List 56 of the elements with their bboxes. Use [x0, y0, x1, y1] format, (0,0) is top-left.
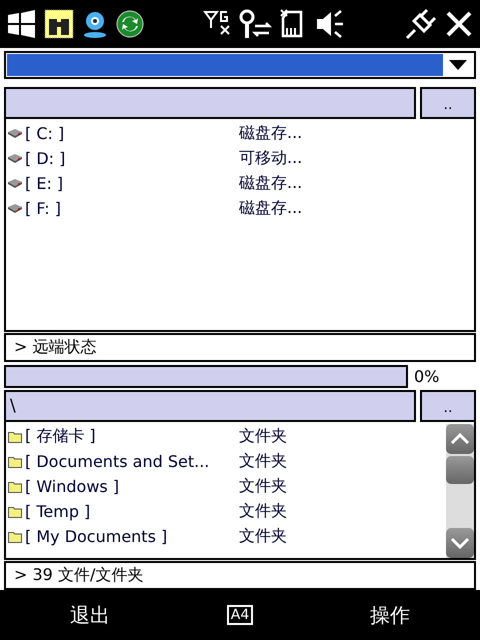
- scroll-thumb[interactable]: [446, 456, 474, 484]
- antenna-arrows-icon[interactable]: [239, 8, 273, 40]
- list-row[interactable]: [ D: ] 可移动...: [6, 146, 474, 171]
- list-row[interactable]: [ F: ] 磁盘存...: [6, 196, 474, 221]
- item-type: 磁盘存...: [239, 173, 302, 194]
- sync-icon[interactable]: [116, 10, 144, 38]
- item-type: 文件夹: [239, 451, 287, 472]
- list-row[interactable]: [ 存储卡 ] 文件夹: [6, 424, 446, 449]
- actions-softkey[interactable]: 操作: [300, 590, 480, 640]
- item-name: [ D: ]: [25, 149, 66, 168]
- scrollbar[interactable]: [446, 424, 474, 558]
- item-type: 文件夹: [239, 501, 287, 522]
- item-name: [ Windows ]: [25, 477, 120, 496]
- plug-icon[interactable]: [404, 7, 438, 41]
- folder-icon: [8, 530, 22, 542]
- start-menu-icon[interactable]: [6, 9, 38, 39]
- progress-reading: 0%: [414, 367, 440, 386]
- folder-icon: [8, 456, 22, 468]
- scroll-down-icon[interactable]: [450, 537, 470, 549]
- dropdown[interactable]: [4, 51, 476, 79]
- close-icon[interactable]: [444, 9, 474, 39]
- exit-softkey[interactable]: 退出: [0, 590, 180, 640]
- item-name: [ Temp ]: [25, 502, 92, 521]
- item-type: 磁盘存...: [239, 123, 302, 144]
- list-row[interactable]: [ Documents and Set... 文件夹: [6, 449, 446, 474]
- drive-icon: [8, 204, 22, 214]
- list-row[interactable]: [ C: ] 磁盘存...: [6, 121, 474, 146]
- scroll-up-icon[interactable]: [450, 433, 470, 445]
- item-type: 磁盘存...: [239, 198, 302, 219]
- item-type: 文件夹: [239, 526, 287, 547]
- item-name: [ 存储卡 ]: [25, 426, 97, 447]
- item-type: 文件夹: [239, 426, 287, 447]
- list-row[interactable]: [ E: ] 磁盘存...: [6, 171, 474, 196]
- drive-icon: [8, 128, 22, 138]
- parent-folder-button[interactable]: ..: [420, 390, 476, 422]
- list-row[interactable]: [ My Documents ] 文件夹: [6, 524, 446, 549]
- input-mode-indicator[interactable]: A4: [226, 605, 254, 625]
- drive-icon: [8, 154, 22, 164]
- path-field[interactable]: [4, 87, 416, 119]
- folder-icon: [8, 430, 22, 442]
- drive-icon: [8, 178, 22, 188]
- folder-icon: [8, 506, 22, 518]
- speaker-muted-icon[interactable]: [315, 8, 345, 40]
- parent-folder-button[interactable]: ..: [420, 87, 476, 119]
- item-name: [ Documents and Set...: [25, 452, 210, 471]
- item-name: [ E: ]: [25, 174, 64, 193]
- item-name: [ F: ]: [25, 199, 62, 218]
- folder-icon: [8, 480, 22, 492]
- item-name: [ C: ]: [25, 124, 66, 143]
- list-row[interactable]: [ Windows ] 文件夹: [6, 474, 446, 499]
- dropdown-arrow-icon: [449, 60, 467, 70]
- item-name: [ My Documents ]: [25, 527, 168, 546]
- item-type: 文件夹: [239, 476, 287, 497]
- path-field[interactable]: \: [4, 390, 416, 422]
- list-row[interactable]: [ Temp ] 文件夹: [6, 499, 446, 524]
- item-type: 可移动...: [239, 148, 302, 169]
